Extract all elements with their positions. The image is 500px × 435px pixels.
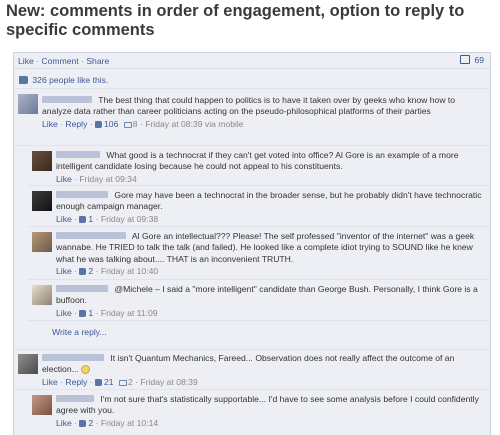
reply-link[interactable]: Reply xyxy=(65,119,87,129)
facebook-comments-panel: Like · Comment · Share 69 326 people lik… xyxy=(13,52,491,435)
like-link[interactable]: Like xyxy=(56,266,72,276)
comment-timestamp: Friday at 09:38 xyxy=(100,213,159,224)
commenter-name[interactable] xyxy=(56,151,100,158)
reply-count: 2 xyxy=(127,376,133,387)
reply-comment: I'm not sure that's statistically suppor… xyxy=(28,391,490,435)
comment-text: Gore may have been a technocrat in the b… xyxy=(56,190,482,212)
thumbs-up-icon xyxy=(95,120,103,128)
comment-like-count[interactable]: 1 xyxy=(88,308,93,318)
speech-bubble-icon xyxy=(118,379,127,386)
thumbs-up-icon xyxy=(79,419,87,427)
comment-timestamp: Friday at 10:40 xyxy=(100,266,159,277)
commenter-name[interactable] xyxy=(56,191,108,198)
thumbs-up-icon xyxy=(95,378,103,386)
avatar[interactable] xyxy=(32,232,52,252)
comment-timestamp: Friday at 11:09 xyxy=(100,307,158,318)
reply-comment: What good is a technocrat if they can't … xyxy=(28,147,490,186)
comment-meta: Like · 2 · Friday at 10:40 xyxy=(56,266,159,277)
avatar[interactable] xyxy=(18,354,38,374)
thumbs-up-icon xyxy=(79,215,87,223)
reply-count: 8 xyxy=(132,118,138,129)
likes-summary-text[interactable]: 326 people like this. xyxy=(32,75,108,85)
comment-meta: Like · 1 · Friday at 11:09 xyxy=(56,307,158,318)
avatar[interactable] xyxy=(18,94,38,114)
comment-timestamp: Friday at 08:39 xyxy=(140,376,198,387)
likes-summary: 326 people like this. xyxy=(14,73,490,89)
write-reply-link[interactable]: Write a reply... xyxy=(28,322,490,348)
like-link[interactable]: Like xyxy=(56,174,72,184)
speech-bubble-icon xyxy=(123,121,132,128)
article-headline: New: comments in order of engagement, op… xyxy=(6,2,465,39)
comment-count: 69 xyxy=(474,55,484,65)
comment-meta: Like · Reply · 21 2 · Friday at 08:39 xyxy=(42,376,198,387)
comment-like-count[interactable]: 1 xyxy=(88,214,93,224)
comment-meta: Like · 2 · Friday at 10:14 xyxy=(56,417,159,428)
comment-meta: Like · Friday at 09:34 xyxy=(56,173,137,184)
comment-meta: Like · Reply · 106 8 · Friday at 08:39 v… xyxy=(42,118,244,129)
comment-timestamp: Friday at 10:14 xyxy=(100,417,159,428)
reply-comment: Al Gore an intellectual??? Please! The s… xyxy=(28,228,490,280)
comment-like-count[interactable]: 106 xyxy=(104,119,118,129)
like-link[interactable]: Like xyxy=(18,56,34,66)
comment-timestamp: Friday at 08:39 via mobile xyxy=(145,118,244,129)
commenter-name[interactable] xyxy=(42,354,104,361)
commenter-name[interactable] xyxy=(56,395,94,402)
commenter-name[interactable] xyxy=(56,285,108,292)
thumbs-up-icon xyxy=(79,309,87,317)
like-link[interactable]: Like xyxy=(56,418,72,428)
reply-link[interactable]: Reply xyxy=(65,377,87,387)
like-link[interactable]: Like xyxy=(56,308,72,318)
comment-link[interactable]: Comment xyxy=(41,56,78,66)
like-link[interactable]: Like xyxy=(42,119,58,129)
comment: The best thing that could happen to poli… xyxy=(14,90,490,146)
thumbs-up-icon xyxy=(19,76,28,84)
comment: It isn't Quantum Mechanics, Fareed... Ob… xyxy=(14,349,490,390)
like-link[interactable]: Like xyxy=(42,377,58,387)
comment-text: @Michele – I said a "more intelligent" c… xyxy=(56,284,478,306)
commenter-name[interactable] xyxy=(56,232,126,239)
reply-comment: Gore may have been a technocrat in the b… xyxy=(28,187,490,227)
post-actions-bar: Like · Comment · Share 69 xyxy=(14,53,490,69)
comment-text: What good is a technocrat if they can't … xyxy=(56,150,459,172)
thumbs-up-icon xyxy=(79,268,87,276)
comment-timestamp: Friday at 09:34 xyxy=(79,173,137,184)
share-link[interactable]: Share xyxy=(86,56,109,66)
avatar[interactable] xyxy=(32,151,52,171)
like-link[interactable]: Like xyxy=(56,214,72,224)
comment-count-badge[interactable]: 69 xyxy=(460,55,484,66)
comment-text: The best thing that could happen to poli… xyxy=(42,95,456,117)
reply-comment: @Michele – I said a "more intelligent" c… xyxy=(28,281,490,321)
comment-like-count[interactable]: 21 xyxy=(104,377,114,387)
comment-like-count[interactable]: 2 xyxy=(88,418,93,428)
commenter-name[interactable] xyxy=(42,96,92,103)
avatar[interactable] xyxy=(32,191,52,211)
separator-dot: · xyxy=(81,56,84,66)
avatar[interactable] xyxy=(32,285,52,305)
smiley-icon xyxy=(81,365,91,375)
comment-meta: Like · 1 · Friday at 09:38 xyxy=(56,213,159,224)
comment-text: I'm not sure that's statistically suppor… xyxy=(56,394,479,416)
comment-like-count[interactable]: 2 xyxy=(88,266,93,276)
comment-count-icon xyxy=(460,55,471,64)
separator-dot: · xyxy=(36,56,40,66)
avatar[interactable] xyxy=(32,395,52,415)
